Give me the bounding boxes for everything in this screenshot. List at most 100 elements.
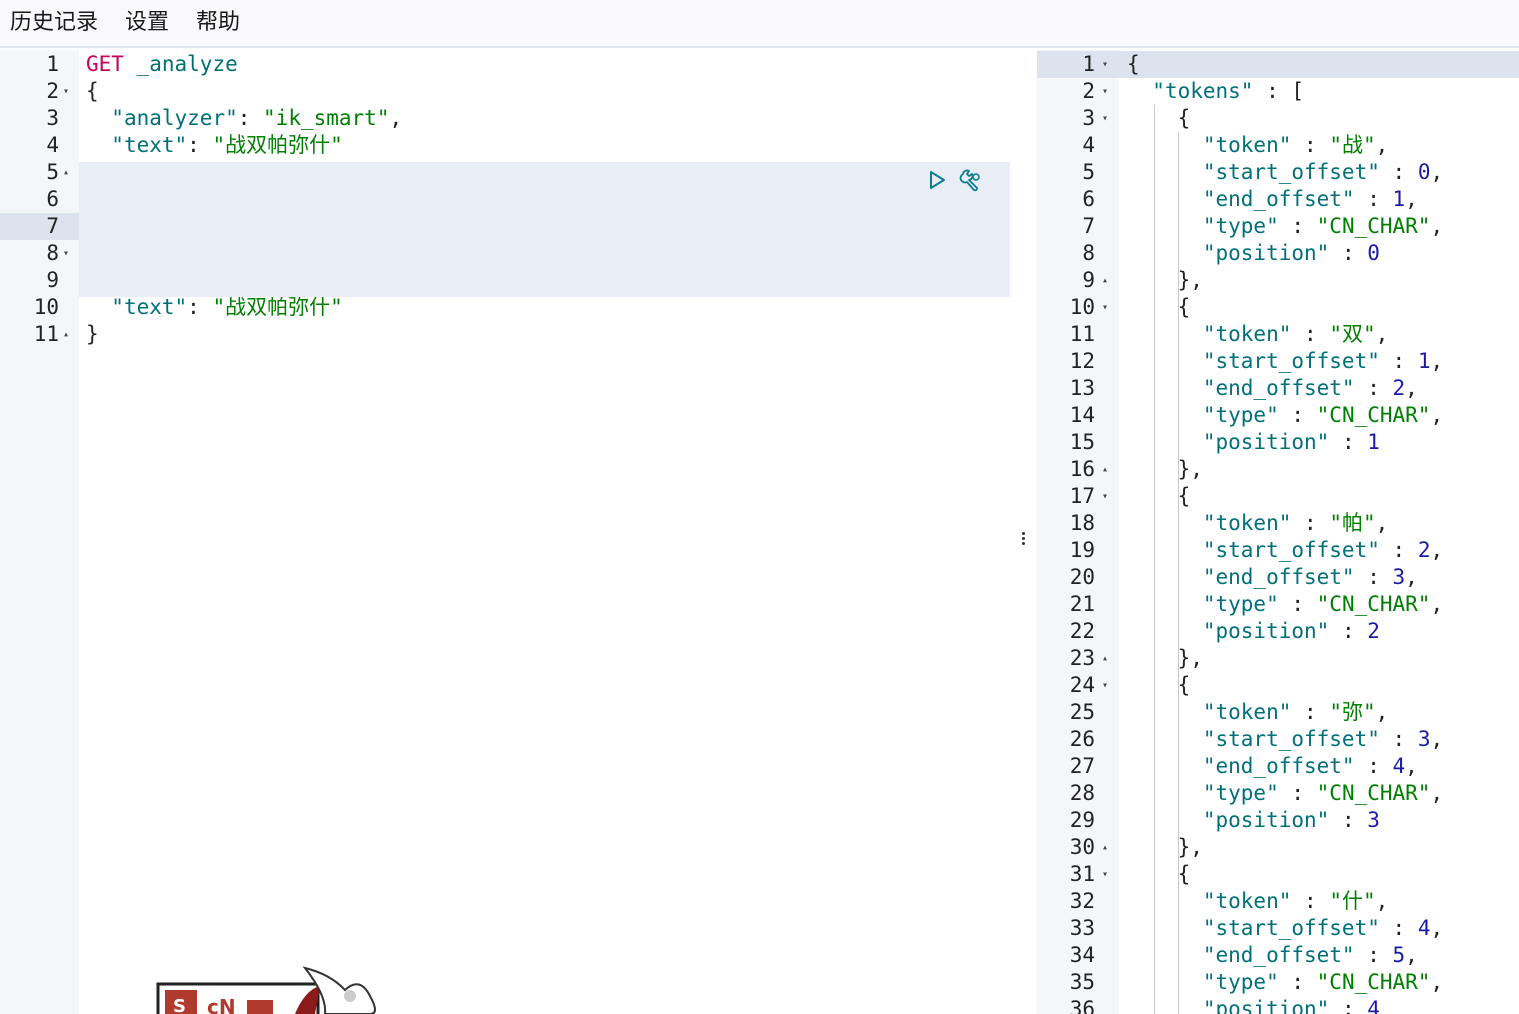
code-line[interactable]: { — [1119, 105, 1519, 132]
code-line[interactable]: "start_offset" : 1, — [1119, 348, 1519, 375]
fold-collapse-icon[interactable]: ▾ — [1102, 294, 1108, 321]
line-number: 11 ▴ — [0, 321, 79, 348]
code-line[interactable]: { — [1119, 861, 1519, 888]
code-line[interactable]: }, — [1119, 456, 1519, 483]
code-token: "token" — [1202, 511, 1292, 535]
code-line[interactable]: "type" : "CN_CHAR", — [1119, 213, 1519, 240]
code-line[interactable]: "analyzer": "ik_smart", — [79, 105, 1010, 132]
fold-expand-icon[interactable]: ▴ — [63, 159, 69, 186]
code-line[interactable]: "type" : "CN_CHAR", — [1119, 402, 1519, 429]
code-line[interactable]: "tokens" : [ — [1119, 78, 1519, 105]
code-line[interactable]: "start_offset" : 0, — [1119, 159, 1519, 186]
menu-settings[interactable]: 设置 — [115, 3, 169, 43]
line-number-text: 6 — [46, 187, 59, 211]
line-number: 29 — [1037, 807, 1119, 834]
line-number: 32 — [1037, 888, 1119, 915]
code-line[interactable]: "token" : "战", — [1119, 132, 1519, 159]
line-number: 4 — [0, 132, 79, 159]
line-number: 18 — [1037, 510, 1119, 537]
line-number: 2 ▾ — [1037, 78, 1119, 105]
code-line[interactable]: "position" : 0 — [1119, 240, 1519, 267]
response-gutter: 1 ▾ 2 ▾ 3 ▾ 4 5 6 7 8 9 ▴ 10 ▾ 11 12 13 14 15 16 ▴ 17 ▾ 18 19 20 21… — [1037, 50, 1119, 1014]
code-token: "弥" — [1329, 700, 1376, 724]
line-number: 8 — [1037, 240, 1119, 267]
code-line[interactable]: "token" : "双", — [1119, 321, 1519, 348]
fold-expand-icon[interactable]: ▴ — [1102, 456, 1108, 483]
code-line[interactable]: "token" : "弥", — [1119, 699, 1519, 726]
code-token: : — [1329, 619, 1368, 643]
fold-collapse-icon[interactable]: ▾ — [1102, 78, 1108, 105]
code-token: "type" — [1202, 214, 1279, 238]
code-token: , — [1430, 403, 1444, 427]
fold-collapse-icon[interactable]: ▾ — [1102, 105, 1108, 132]
code-line[interactable]: { — [1119, 294, 1519, 321]
code-line[interactable]: "text": "战双帕弥什" — [79, 294, 1010, 321]
fold-collapse-icon[interactable]: ▾ — [63, 78, 69, 105]
code-line[interactable]: "position" : 1 — [1119, 429, 1519, 456]
code-line[interactable]: } — [79, 321, 1010, 348]
code-line[interactable]: "end_offset" : 5, — [1119, 942, 1519, 969]
line-number: 33 — [1037, 915, 1119, 942]
fold-expand-icon[interactable]: ▴ — [1102, 267, 1108, 294]
code-token: 3 — [1417, 727, 1431, 751]
wrench-icon[interactable] — [959, 168, 983, 192]
menu-history[interactable]: 历史记录 — [0, 3, 98, 43]
pane-resize-handle[interactable] — [1017, 530, 1029, 550]
code-token: : — [1354, 187, 1393, 211]
code-token: "analyzer" — [111, 106, 238, 130]
code-line[interactable]: }, — [1119, 267, 1519, 294]
code-line[interactable]: "text": "战双帕弥什" — [79, 132, 1010, 159]
code-token: , — [1430, 916, 1444, 940]
code-line[interactable]: "type" : "CN_CHAR", — [1119, 780, 1519, 807]
code-line[interactable]: "end_offset" : 2, — [1119, 375, 1519, 402]
code-line[interactable]: "start_offset" : 4, — [1119, 915, 1519, 942]
response-output[interactable]: 1 ▾ 2 ▾ 3 ▾ 4 5 6 7 8 9 ▴ 10 ▾ 11 12 13 14 15 16 ▴ 17 ▾ 18 19 20 21… — [1037, 50, 1519, 1014]
fold-expand-icon[interactable]: ▴ — [1102, 834, 1108, 861]
code-token: { — [1127, 106, 1191, 130]
code-token: "end_offset" — [1202, 754, 1355, 778]
response-code-area[interactable]: { "tokens" : [ { "token" : "战", "start_o… — [1119, 50, 1519, 1014]
code-token: "什" — [1329, 889, 1376, 913]
fold-collapse-icon[interactable]: ▾ — [1102, 672, 1108, 699]
code-line[interactable]: "position" : 4 — [1119, 996, 1519, 1014]
code-line[interactable]: GET _analyze — [79, 51, 1010, 78]
code-line[interactable]: }, — [1119, 834, 1519, 861]
code-token: , — [1430, 349, 1444, 373]
selected-request-highlight — [79, 162, 1010, 297]
fold-expand-icon[interactable]: ▴ — [63, 321, 69, 348]
code-line[interactable]: "start_offset" : 3, — [1119, 726, 1519, 753]
line-number: 5 — [1037, 159, 1119, 186]
code-line[interactable]: "position" : 2 — [1119, 618, 1519, 645]
code-line[interactable]: "position" : 3 — [1119, 807, 1519, 834]
code-token: 3 — [1367, 808, 1380, 832]
play-icon[interactable] — [925, 168, 949, 192]
code-line[interactable]: }, — [1119, 645, 1519, 672]
menu-help[interactable]: 帮助 — [186, 3, 240, 43]
line-number: 19 — [1037, 537, 1119, 564]
code-line[interactable]: { — [1119, 51, 1519, 78]
code-line[interactable]: { — [1119, 672, 1519, 699]
line-number: 8 ▾ — [0, 240, 79, 267]
fold-expand-icon[interactable]: ▴ — [1102, 645, 1108, 672]
fold-collapse-icon[interactable]: ▾ — [1102, 861, 1108, 888]
fold-collapse-icon[interactable]: ▾ — [63, 240, 69, 267]
fold-collapse-icon[interactable]: ▾ — [1102, 51, 1108, 78]
code-line[interactable]: "end_offset" : 1, — [1119, 186, 1519, 213]
code-token: "帕" — [1329, 511, 1376, 535]
code-line[interactable]: "token" : "帕", — [1119, 510, 1519, 537]
code-line[interactable]: "token" : "什", — [1119, 888, 1519, 915]
fold-collapse-icon[interactable]: ▾ — [1102, 483, 1108, 510]
code-token: , — [1405, 376, 1418, 400]
code-line[interactable]: "start_offset" : 2, — [1119, 537, 1519, 564]
code-line[interactable]: { — [1119, 483, 1519, 510]
code-line[interactable]: { — [79, 78, 1010, 105]
code-line[interactable]: "end_offset" : 4, — [1119, 753, 1519, 780]
code-line[interactable]: "type" : "CN_CHAR", — [1119, 969, 1519, 996]
code-line[interactable]: "type" : "CN_CHAR", — [1119, 591, 1519, 618]
code-line[interactable]: "end_offset" : 3, — [1119, 564, 1519, 591]
